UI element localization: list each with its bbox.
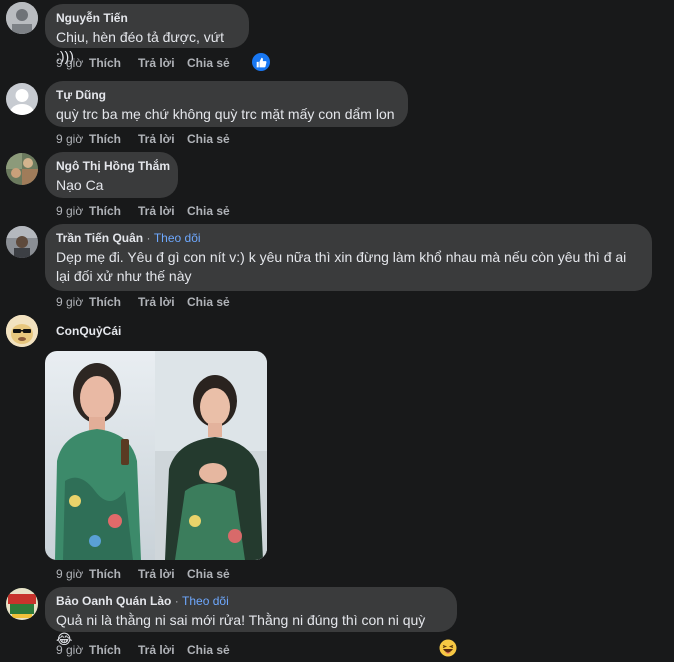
comment-author[interactable]: Tự Dũng: [56, 88, 396, 103]
comment-actions: 9 giờ Thích Trả lời Chia sẻ: [56, 294, 230, 310]
follow-link[interactable]: Theo dõi: [154, 231, 201, 245]
comment-time[interactable]: 9 giờ: [56, 294, 89, 310]
comment-actions: 9 giờ Thích Trả lời Chia sẻ: [56, 642, 230, 658]
share-button[interactable]: Chia sẻ: [187, 566, 230, 582]
comment-photo[interactable]: [45, 351, 267, 560]
share-button[interactable]: Chia sẻ: [187, 131, 230, 147]
share-button[interactable]: Chia sẻ: [187, 203, 230, 219]
comment-time[interactable]: 9 giờ: [56, 131, 89, 147]
like-button[interactable]: Thích: [89, 131, 138, 147]
avatar[interactable]: [6, 83, 38, 115]
comment-text: Nạo Ca: [56, 177, 104, 193]
like-button[interactable]: Thích: [89, 566, 138, 582]
comment-text: Dẹp mẹ đi. Yêu đ gì con nít v:) k yêu nữ…: [56, 249, 627, 284]
comment-bubble: Bảo Oanh Quán Lào · Theo dõi Quả ni là t…: [45, 587, 457, 647]
follow-link[interactable]: Theo dõi: [182, 594, 229, 608]
reply-button[interactable]: Trả lời: [138, 642, 187, 658]
separator: ·: [146, 231, 151, 245]
comment-time[interactable]: 9 giờ: [56, 55, 89, 71]
avatar[interactable]: [6, 588, 38, 620]
comment-actions: 9 giờ Thích Trả lời Chia sẻ: [56, 131, 230, 147]
comment-actions: 9 giờ Thích Trả lời Chia sẻ: [56, 203, 230, 219]
comment-time[interactable]: 9 giờ: [56, 566, 89, 582]
share-button[interactable]: Chia sẻ: [187, 55, 230, 71]
avatar[interactable]: [6, 2, 38, 34]
comment-actions: 9 giờ Thích Trả lời Chia sẻ: [56, 566, 230, 582]
comment-actions: 9 giờ Thích Trả lời Chia sẻ: [56, 55, 230, 71]
haha-reaction-icon[interactable]: [439, 639, 457, 657]
like-button[interactable]: Thích: [89, 203, 138, 219]
like-button[interactable]: Thích: [89, 55, 138, 71]
separator: ·: [174, 594, 179, 608]
comment-bubble: Tự Dũng quỳ trc ba mẹ chứ không quỳ trc …: [45, 81, 408, 127]
comment-author-line: Bảo Oanh Quán Lào · Theo dõi: [56, 594, 445, 609]
share-button[interactable]: Chia sẻ: [187, 294, 230, 310]
comment-author[interactable]: Nguyễn Tiến: [56, 11, 237, 26]
like-button[interactable]: Thích: [89, 294, 138, 310]
comment-bubble: Ngô Thị Hồng Thắm Nạo Ca: [45, 152, 178, 198]
reply-button[interactable]: Trả lời: [138, 566, 187, 582]
reply-button[interactable]: Trả lời: [138, 55, 187, 71]
reply-button[interactable]: Trả lời: [138, 203, 187, 219]
reply-button[interactable]: Trả lời: [138, 294, 187, 310]
avatar[interactable]: [6, 226, 38, 258]
comment-author[interactable]: Bảo Oanh Quán Lào: [56, 594, 171, 608]
comment-time[interactable]: 9 giờ: [56, 203, 89, 219]
share-button[interactable]: Chia sẻ: [187, 642, 230, 658]
like-button[interactable]: Thích: [89, 642, 138, 658]
avatar[interactable]: [6, 153, 38, 185]
comment-bubble: Trần Tiến Quân · Theo dõi Dẹp mẹ đi. Yêu…: [45, 224, 652, 291]
comment-author-line: Trần Tiến Quân · Theo dõi: [56, 231, 640, 246]
comment-author[interactable]: ConQuỷCái: [56, 324, 121, 339]
like-reaction-icon[interactable]: [252, 53, 270, 71]
comment-author[interactable]: Ngô Thị Hồng Thắm: [56, 159, 170, 174]
avatar[interactable]: [6, 315, 38, 347]
comment-time[interactable]: 9 giờ: [56, 642, 89, 658]
comment-author[interactable]: Trần Tiến Quân: [56, 231, 143, 245]
comment-bubble: Nguyễn Tiến Chịu, hèn đéo tả được, vứt :…: [45, 4, 249, 64]
comment-text: quỳ trc ba mẹ chứ không quỳ trc mặt mấy …: [56, 106, 395, 122]
reply-button[interactable]: Trả lời: [138, 131, 187, 147]
